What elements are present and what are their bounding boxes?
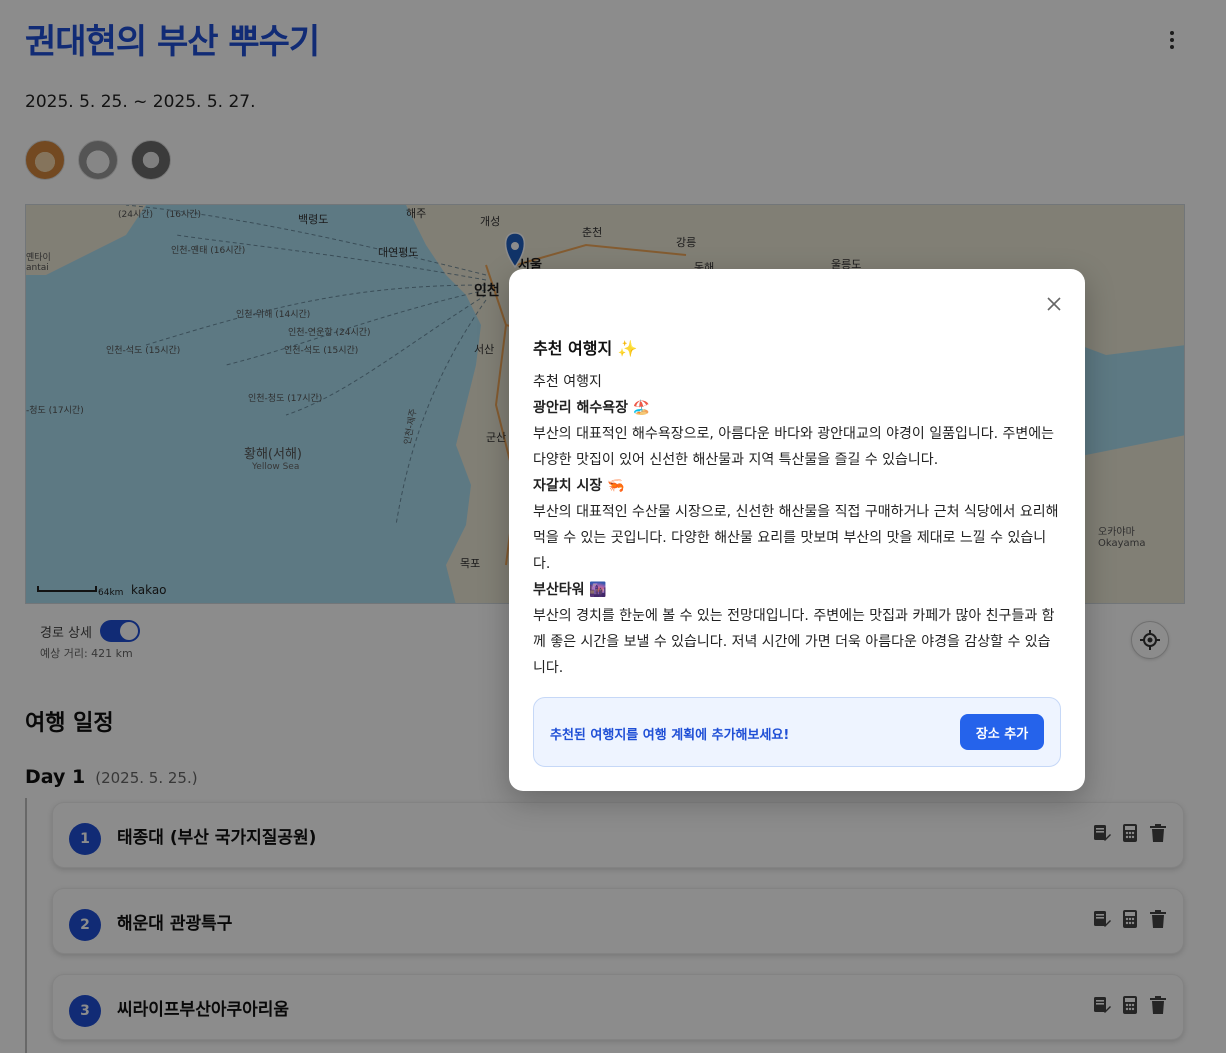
add-place-callout: 추천된 여행지를 여행 계획에 추가해보세요! 장소 추가 [533, 697, 1061, 767]
callout-text: 추천된 여행지를 여행 계획에 추가해보세요! [550, 728, 790, 743]
place-description: 부산의 경치를 한눈에 볼 수 있는 전망대입니다. 주변에는 맛집과 카페가 … [533, 608, 1055, 676]
modal-content: 추천 여행지 광안리 해수욕장 🏖️ 부산의 대표적인 해수욕장으로, 아름다운… [533, 369, 1063, 681]
recommendation-modal: 추천 여행지 ✨ 추천 여행지 광안리 해수욕장 🏖️ 부산의 대표적인 해수욕… [509, 269, 1085, 791]
place-name: 자갈치 시장 🦐 [533, 478, 625, 494]
close-icon[interactable] [1045, 295, 1063, 313]
add-place-button[interactable]: 장소 추가 [960, 714, 1044, 750]
place-name: 광안리 해수욕장 🏖️ [533, 400, 651, 416]
modal-subtitle: 추천 여행지 [533, 374, 602, 390]
place-description: 부산의 대표적인 해수욕장으로, 아름다운 바다와 광안대교의 야경이 일품입니… [533, 426, 1055, 468]
place-name: 부산타워 🌆 [533, 582, 607, 598]
modal-title: 추천 여행지 ✨ [533, 339, 638, 358]
place-description: 부산의 대표적인 수산물 시장으로, 신선한 해산물을 직접 구매하거나 근처 … [533, 504, 1059, 572]
